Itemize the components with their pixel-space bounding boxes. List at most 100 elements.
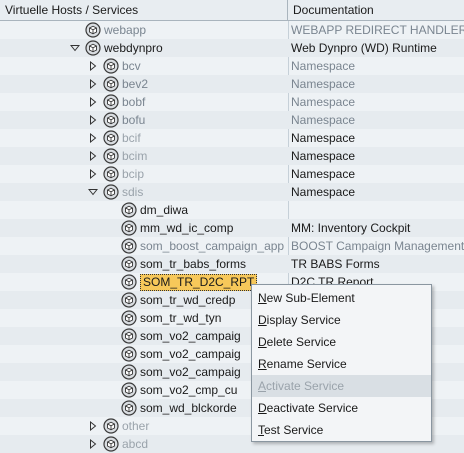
menu-item-mnemonic: D [258, 335, 267, 349]
service-node-icon [103, 112, 119, 128]
service-node-icon [121, 328, 137, 344]
tree-node-label[interactable]: mm_wd_ic_comp [140, 219, 233, 237]
column-header-hosts-services[interactable]: Virtuelle Hosts / Services [0, 0, 288, 20]
documentation-cell: Web Dynpro (WD) Runtime [291, 41, 437, 55]
expand-triangle-icon[interactable] [88, 114, 98, 126]
tree-row[interactable]: bofu Namespace [0, 111, 464, 129]
tree-row[interactable]: mm_wd_ic_comp MM: Inventory Cockpit [0, 219, 464, 237]
documentation-cell: WEBAPP REDIRECT HANDLER [291, 23, 464, 37]
tree-node-label[interactable]: bofu [122, 111, 145, 129]
tree-node-label[interactable]: bcif [122, 129, 141, 147]
menu-item-mnemonic: R [258, 357, 267, 371]
menu-item-label: elete Service [266, 335, 337, 349]
tree-row[interactable]: som_boost_campaign_app BOOST Campaign Man… [0, 237, 464, 255]
menu-item-delete-service[interactable]: Delete Service [252, 331, 431, 353]
tree-node-label[interactable]: som_vo2_campaig [140, 363, 241, 381]
tree-node-label[interactable]: som_tr_wd_credp [140, 291, 235, 309]
tree-row[interactable]: bcv Namespace [0, 57, 464, 75]
service-node-icon [121, 238, 137, 254]
menu-item-label: isplay Service [266, 313, 341, 327]
tree-node-label[interactable]: som_vo2_campaig [140, 327, 241, 345]
menu-item-label: ename Service [266, 357, 347, 371]
service-node-icon [103, 76, 119, 92]
service-node-icon [103, 166, 119, 182]
expand-triangle-icon[interactable] [88, 132, 98, 144]
menu-item-mnemonic: D [258, 401, 267, 415]
expand-triangle-icon[interactable] [88, 168, 98, 180]
column-header-documentation[interactable]: Documentation [288, 0, 464, 20]
tree-node-label[interactable]: bobf [122, 93, 145, 111]
menu-item-new-sub-element[interactable]: New Sub-Element [252, 287, 431, 309]
menu-item-test-service[interactable]: Test Service [252, 419, 431, 441]
service-node-icon [103, 58, 119, 74]
expand-triangle-icon[interactable] [88, 420, 98, 432]
menu-item-label: eactivate Service [266, 401, 359, 415]
tree-row[interactable]: webdynpro Web Dynpro (WD) Runtime [0, 39, 464, 57]
service-node-icon [121, 310, 137, 326]
expand-triangle-icon[interactable] [88, 78, 98, 90]
service-node-icon [103, 184, 119, 200]
service-node-icon [121, 274, 137, 290]
expand-triangle-icon[interactable] [88, 96, 98, 108]
tree-node-label[interactable]: abcd [122, 435, 148, 453]
tree-node-label[interactable]: SOM_TR_D2C_RPT [140, 274, 258, 291]
tree-node-label[interactable]: webapp [104, 21, 146, 39]
menu-item-deactivate-service[interactable]: Deactivate Service [252, 397, 431, 419]
tree-node-label[interactable]: som_tr_wd_tyn [140, 309, 221, 327]
tree-row[interactable]: som_tr_babs_forms TR BABS Forms [0, 255, 464, 273]
service-node-icon [121, 400, 137, 416]
tree-header: Virtuelle Hosts / Services Documentation [0, 0, 464, 21]
tree-node-label[interactable]: webdynpro [104, 39, 163, 57]
expand-triangle-icon[interactable] [88, 438, 98, 450]
menu-item-label: ew Sub-Element [266, 291, 355, 305]
documentation-cell: Namespace [291, 131, 356, 145]
tree-row[interactable]: dm_diwa [0, 201, 464, 219]
tree-row[interactable]: bcim Namespace [0, 147, 464, 165]
tree-node-label[interactable]: som_tr_babs_forms [140, 255, 246, 273]
menu-item-label: ctivate Service [266, 379, 345, 393]
service-node-icon [103, 418, 119, 434]
tree-node-label[interactable]: dm_diwa [140, 201, 188, 219]
menu-item-display-service[interactable]: Display Service [252, 309, 431, 331]
tree-node-label[interactable]: bev2 [122, 75, 148, 93]
tree-node-label[interactable]: bcv [122, 57, 141, 75]
tree-row[interactable]: bcip Namespace [0, 165, 464, 183]
tree-node-label[interactable]: bcip [122, 165, 144, 183]
menu-item-label: est Service [264, 423, 324, 437]
service-node-icon [85, 22, 101, 38]
tree-row[interactable]: bev2 Namespace [0, 75, 464, 93]
tree-node-label[interactable]: som_boost_campaign_app [140, 237, 284, 255]
service-node-icon [103, 130, 119, 146]
menu-item-mnemonic: D [258, 313, 267, 327]
documentation-cell: Namespace [291, 59, 356, 73]
tree-node-label[interactable]: som_wd_blckorde [140, 399, 237, 417]
service-node-icon [103, 94, 119, 110]
service-node-icon [103, 436, 119, 452]
expand-triangle-icon[interactable] [88, 60, 98, 72]
documentation-cell: Namespace [291, 149, 356, 163]
documentation-cell [288, 201, 464, 219]
tree-node-label[interactable]: som_vo2_campaig [140, 345, 241, 363]
documentation-cell: Namespace [291, 185, 356, 199]
documentation-cell: TR BABS Forms [291, 257, 380, 271]
service-node-icon [85, 40, 101, 56]
menu-item-rename-service[interactable]: Rename Service [252, 353, 431, 375]
service-node-icon [121, 220, 137, 236]
service-node-icon [121, 382, 137, 398]
tree-row[interactable]: webapp WEBAPP REDIRECT HANDLER [0, 21, 464, 39]
tree-node-label[interactable]: bcim [122, 147, 147, 165]
documentation-cell: Namespace [291, 95, 356, 109]
tree-node-label[interactable]: sdis [122, 183, 143, 201]
collapse-triangle-icon[interactable] [88, 186, 98, 198]
documentation-cell: BOOST Campaign Management [291, 239, 464, 253]
expand-triangle-icon[interactable] [88, 150, 98, 162]
tree-row[interactable]: bobf Namespace [0, 93, 464, 111]
tree-row[interactable]: sdis Namespace [0, 183, 464, 201]
tree-node-label[interactable]: som_vo2_cmp_cu [140, 381, 237, 399]
tree-node-label[interactable]: other [122, 417, 149, 435]
menu-item-mnemonic: N [258, 291, 267, 305]
service-node-icon [103, 148, 119, 164]
collapse-triangle-icon[interactable] [70, 42, 80, 54]
tree-row[interactable]: bcif Namespace [0, 129, 464, 147]
service-node-icon [121, 292, 137, 308]
